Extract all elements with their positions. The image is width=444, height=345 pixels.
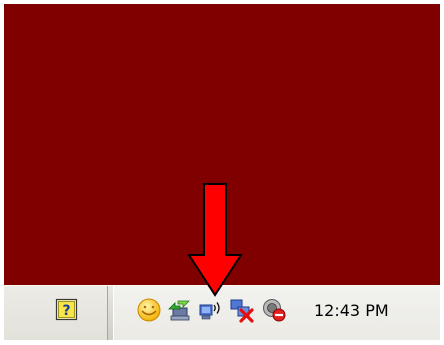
- screenshot-frame: ? 12:43 PM: [4, 4, 440, 340]
- red-down-arrow-annotation: [187, 183, 243, 297]
- smiley-messenger-icon[interactable]: [136, 297, 162, 323]
- network-disconnected-red-x-icon[interactable]: [229, 297, 255, 323]
- system-tray: 12:43 PM: [113, 286, 440, 340]
- quick-launch-area: ?: [4, 286, 108, 340]
- clock-time[interactable]: 12:43 PM: [314, 301, 389, 320]
- help-icon[interactable]: ?: [55, 298, 78, 321]
- speaker-muted-icon[interactable]: [261, 297, 287, 323]
- network-green-arrows-icon[interactable]: [166, 297, 192, 323]
- wireless-network-icon[interactable]: [198, 297, 224, 323]
- svg-text:?: ?: [62, 303, 70, 319]
